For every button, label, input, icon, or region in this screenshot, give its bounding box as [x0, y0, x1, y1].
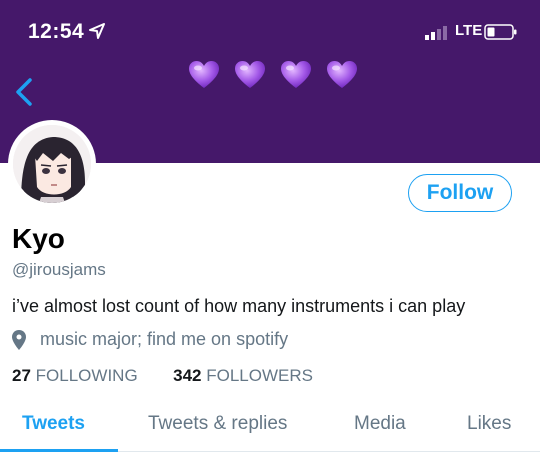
- purple-heart-icon: [281, 61, 311, 88]
- avatar-frame[interactable]: [10, 122, 94, 206]
- profile-location: music major; find me on spotify: [12, 329, 288, 350]
- signal-strength-icon: [425, 26, 447, 40]
- location-services-icon: [89, 23, 105, 39]
- followers-stat[interactable]: 342 FOLLOWERS: [173, 366, 313, 385]
- follow-button[interactable]: Follow: [408, 174, 512, 212]
- location-text: music major; find me on spotify: [40, 329, 289, 349]
- battery-icon: [484, 24, 517, 40]
- profile-bio: i’ve almost lost count of how many instr…: [12, 296, 466, 316]
- tab-likes[interactable]: Likes: [467, 413, 511, 435]
- following-label: FOLLOWING: [35, 366, 138, 385]
- back-arrow-icon[interactable]: [12, 76, 40, 108]
- followers-label: FOLLOWERS: [206, 366, 313, 385]
- status-time: 12:54: [28, 20, 85, 43]
- avatar-illustration: [13, 125, 91, 203]
- tab-media[interactable]: Media: [354, 413, 406, 435]
- active-tab-indicator: [0, 449, 118, 452]
- tab-tweets-and-replies[interactable]: Tweets & replies: [148, 413, 287, 435]
- avatar[interactable]: [13, 125, 91, 203]
- tab-tweets[interactable]: Tweets: [22, 413, 85, 435]
- follow-stats: 27 FOLLOWING 342 FOLLOWERS: [12, 366, 313, 386]
- profile-tabs: Tweets Tweets & replies Media Likes: [0, 406, 540, 452]
- purple-heart-icon: [235, 61, 265, 88]
- profile-handle: @jirousjams: [12, 260, 106, 279]
- following-count: 27: [12, 366, 31, 385]
- network-type: LTE: [455, 22, 483, 39]
- followers-count: 342: [173, 366, 202, 385]
- following-stat[interactable]: 27 FOLLOWING: [12, 366, 142, 385]
- profile-name: Kyo: [12, 223, 65, 254]
- heart-emoji-row: [188, 60, 358, 90]
- location-pin-icon: [12, 329, 26, 350]
- purple-heart-icon: [189, 61, 219, 88]
- purple-heart-icon: [327, 61, 357, 88]
